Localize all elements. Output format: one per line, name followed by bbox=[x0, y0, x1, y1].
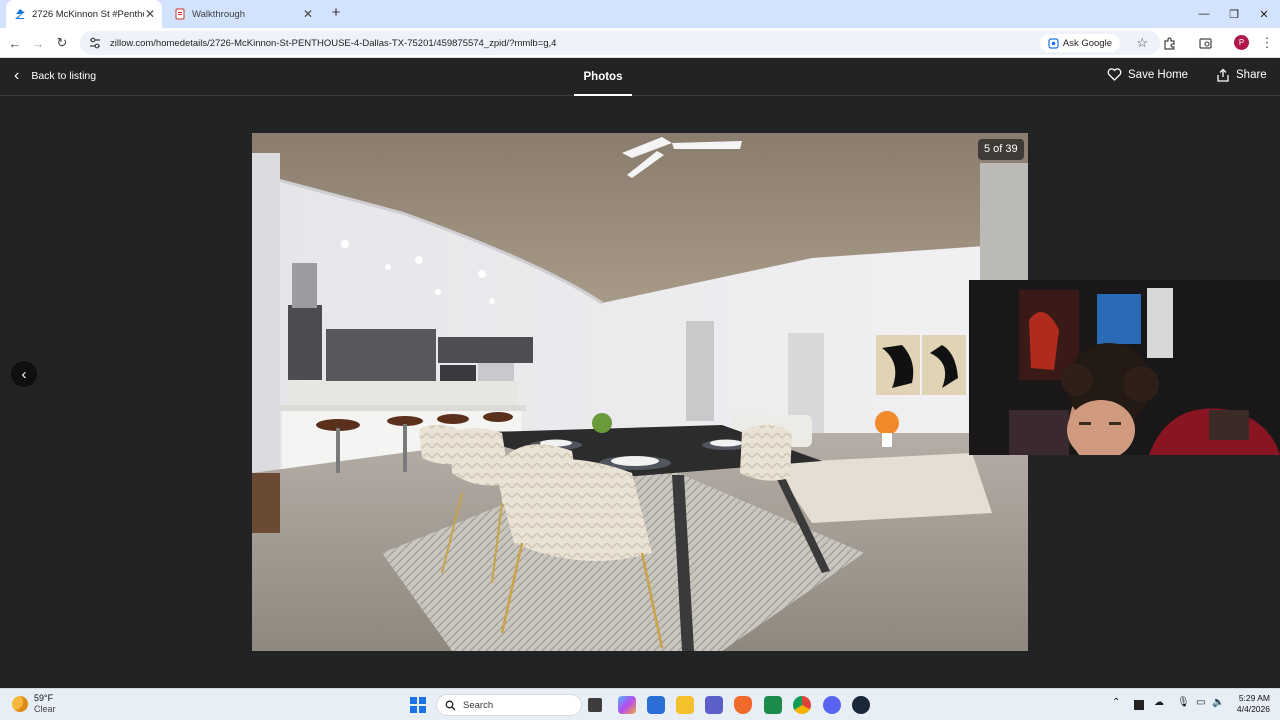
bookmark-star-icon[interactable]: ☆ bbox=[1136, 35, 1148, 51]
menu-kebab-icon[interactable]: ⋮ bbox=[1258, 34, 1276, 52]
extensions-icon[interactable] bbox=[1160, 34, 1178, 52]
clock-date: 4/4/2026 bbox=[1236, 704, 1270, 714]
file-explorer-icon[interactable] bbox=[676, 696, 694, 714]
microsoft-store-icon[interactable] bbox=[647, 696, 665, 714]
chevron-left-icon: ‹ bbox=[21, 365, 27, 383]
chevron-left-icon: ‹ bbox=[14, 67, 20, 84]
copilot-icon[interactable] bbox=[618, 696, 636, 714]
windows-start-icon[interactable] bbox=[410, 697, 426, 713]
weather-widget[interactable]: 59°F Clear bbox=[12, 693, 56, 715]
share-button[interactable]: Share bbox=[1216, 68, 1267, 82]
network-icon[interactable]: ▭ bbox=[1196, 697, 1205, 708]
tab-walkthrough[interactable]: Walkthrough ✕ bbox=[166, 0, 320, 28]
taskbar-search-box[interactable]: Search bbox=[436, 694, 582, 716]
search-icon bbox=[445, 700, 456, 710]
new-tab-icon[interactable]: + bbox=[328, 5, 344, 21]
volume-icon[interactable]: 🔈 bbox=[1212, 697, 1224, 708]
tab-search-icon[interactable] bbox=[1196, 34, 1214, 52]
search-placeholder: Search bbox=[463, 699, 494, 711]
close-window-icon[interactable]: ✕ bbox=[1246, 0, 1280, 28]
forward-icon[interactable]: → bbox=[28, 33, 48, 53]
tab-title: 2726 McKinnon St #Penthouse bbox=[32, 8, 144, 20]
teams-icon[interactable] bbox=[705, 696, 723, 714]
reload-icon[interactable]: ↻ bbox=[52, 33, 72, 53]
photo-viewer-header: ‹ Back to listing Photos Save Home Share bbox=[0, 58, 1280, 96]
share-icon bbox=[1217, 68, 1229, 82]
heart-icon bbox=[1107, 68, 1122, 81]
tab-title: Walkthrough bbox=[192, 8, 245, 20]
tab-listing[interactable]: 2726 McKinnon St #Penthouse ✕ bbox=[6, 0, 162, 28]
windows-taskbar: 59°F Clear Search ⌃ ☁ 🎙 ▭ 🔈 5:29 AM 4/4/… bbox=[0, 688, 1280, 720]
xbox-app-icon[interactable] bbox=[764, 696, 782, 714]
ask-google-button[interactable]: Ask Google bbox=[1039, 34, 1120, 52]
weather-temp: 59°F bbox=[34, 693, 54, 703]
webcam-feed-image bbox=[969, 280, 1280, 455]
moon-icon bbox=[12, 696, 28, 712]
dining-room-image bbox=[252, 133, 1028, 651]
back-icon[interactable]: ← bbox=[5, 33, 25, 53]
save-home-button[interactable]: Save Home bbox=[1107, 68, 1188, 81]
tray-overflow-icon[interactable]: ⌃ bbox=[1112, 697, 1120, 708]
zillow-favicon-icon bbox=[15, 9, 25, 19]
site-info-icon[interactable] bbox=[88, 36, 102, 50]
url-text: zillow.com/homedetails/2726-McKinnon-St-… bbox=[110, 37, 557, 49]
close-tab-icon[interactable]: ✕ bbox=[144, 7, 156, 21]
ask-google-label: Ask Google bbox=[1062, 37, 1112, 49]
profile-avatar[interactable]: P bbox=[1234, 35, 1249, 50]
clock-time: 5:29 AM bbox=[1238, 693, 1270, 703]
tray-app-icon[interactable] bbox=[1134, 700, 1144, 710]
discord-icon[interactable] bbox=[823, 696, 841, 714]
doc-favicon-icon bbox=[175, 8, 185, 20]
back-to-listing-label: Back to listing bbox=[31, 70, 97, 82]
weather-desc: Clear bbox=[34, 704, 56, 714]
listing-photo[interactable] bbox=[252, 133, 1028, 651]
photo-counter-badge: 5 of 39 bbox=[978, 139, 1024, 160]
browser-toolbar: ← → ↻ zillow.com/homedetails/2726-McKinn… bbox=[0, 28, 1280, 58]
chrome-icon[interactable] bbox=[793, 696, 811, 714]
previous-photo-button[interactable]: ‹ bbox=[11, 361, 37, 387]
close-tab-icon[interactable]: ✕ bbox=[302, 7, 314, 21]
steam-icon[interactable] bbox=[852, 696, 870, 714]
share-label: Share bbox=[1236, 69, 1267, 81]
tab-strip: 2726 McKinnon St #Penthouse ✕ Walkthroug… bbox=[0, 0, 1280, 28]
address-bar[interactable]: zillow.com/homedetails/2726-McKinnon-St-… bbox=[80, 31, 1160, 55]
brave-icon[interactable] bbox=[734, 696, 752, 714]
lens-icon bbox=[1048, 37, 1059, 49]
task-view-icon[interactable] bbox=[588, 698, 602, 712]
system-clock[interactable]: 5:29 AM 4/4/2026 bbox=[1232, 693, 1270, 715]
cloud-icon[interactable]: ☁ bbox=[1154, 697, 1164, 708]
microphone-icon[interactable]: 🎙 bbox=[1177, 697, 1190, 708]
save-home-label: Save Home bbox=[1128, 68, 1189, 81]
photos-tab[interactable]: Photos bbox=[574, 58, 632, 96]
webcam-overlay bbox=[969, 280, 1280, 455]
back-to-listing-link[interactable]: ‹ Back to listing bbox=[14, 68, 96, 84]
